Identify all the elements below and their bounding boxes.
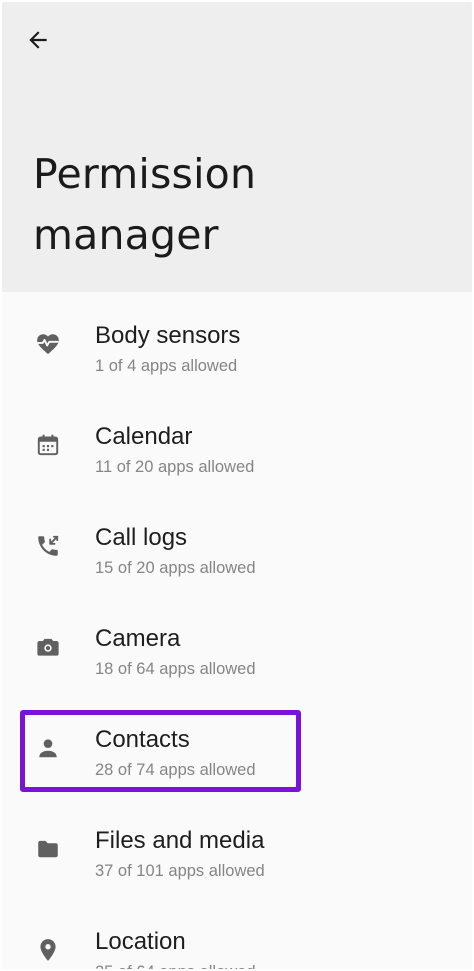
permission-count: 28 of 74 apps allowed [95, 761, 256, 779]
app-header: Permission manager [2, 2, 472, 292]
permission-label: Location [95, 928, 186, 955]
permission-item-body-sensors[interactable]: Body sensors 1 of 4 apps allowed [2, 292, 472, 392]
location-pin-icon [33, 935, 63, 965]
permission-list: Body sensors 1 of 4 apps allowed Calenda… [2, 292, 472, 969]
permission-item-call-logs[interactable]: Call logs 15 of 20 apps allowed [2, 494, 472, 594]
permission-item-calendar[interactable]: Calendar 11 of 20 apps allowed [2, 393, 472, 493]
permission-count: 11 of 20 apps allowed [95, 458, 255, 476]
permission-label: Calendar [95, 423, 193, 450]
permission-count: 25 of 64 apps allowed [95, 961, 256, 969]
permission-item-contacts[interactable]: Contacts 28 of 74 apps allowed [2, 696, 472, 796]
call-log-icon [33, 531, 63, 561]
camera-icon [33, 632, 63, 662]
heart-pulse-icon [33, 329, 63, 359]
permission-item-location[interactable]: Location 25 of 64 apps allowed [2, 898, 472, 969]
permission-count: 15 of 20 apps allowed [95, 559, 256, 577]
permission-count: 37 of 101 apps allowed [95, 862, 265, 880]
screen: Permission manager Body sensors 1 of 4 a… [2, 2, 472, 969]
arrow-back-icon [29, 31, 47, 49]
permission-item-files-and-media[interactable]: Files and media 37 of 101 apps allowed [2, 797, 472, 897]
folder-icon [33, 834, 63, 864]
permission-label: Body sensors [95, 322, 241, 349]
permission-label: Contacts [95, 726, 190, 753]
calendar-icon [33, 430, 63, 460]
permission-count: 1 of 4 apps allowed [95, 357, 238, 375]
permission-item-camera[interactable]: Camera 18 of 64 apps allowed [2, 595, 472, 695]
person-icon [33, 733, 63, 763]
permission-label: Call logs [95, 524, 188, 551]
permission-label: Camera [95, 625, 181, 652]
permission-count: 18 of 64 apps allowed [95, 660, 256, 678]
permission-label: Files and media [95, 827, 265, 854]
back-button[interactable] [16, 18, 60, 62]
page-title: Permission manager [33, 150, 257, 259]
